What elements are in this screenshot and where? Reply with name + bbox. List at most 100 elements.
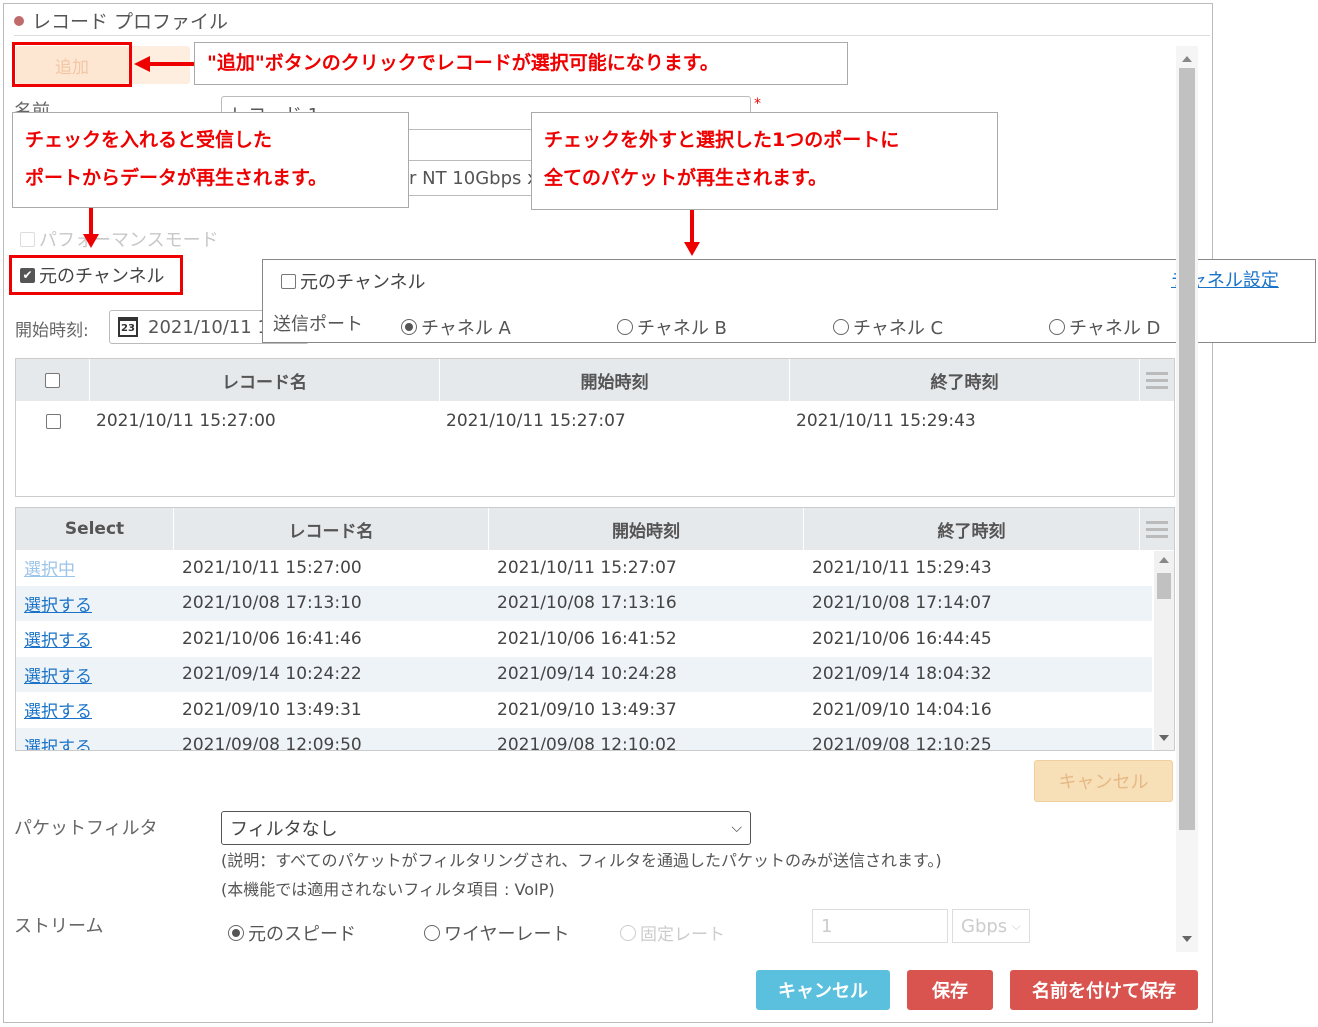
panel-original-channel-label: 元のチャンネル [300,272,426,293]
save-as-button[interactable]: 名前を付けて保存 [1010,970,1198,1010]
scroll-up-arrow[interactable] [1159,557,1169,563]
row-checkbox[interactable] [45,413,61,429]
select-link[interactable]: 選択する [16,591,174,616]
table-row: 選択する 2021/09/10 13:49:31 2021/09/10 13:4… [16,692,1152,728]
record-col-start: 開始時刻 [489,508,804,550]
rate-input: 1 [812,909,948,943]
selected-col-start: 開始時刻 [440,359,790,401]
panel-original-channel-checkbox[interactable] [281,273,296,289]
port-option-b[interactable]: チャネル B [617,314,727,340]
stream-radio-wire[interactable] [424,925,440,941]
cell-end-time: 2021/10/11 15:29:43 [812,557,992,578]
table-row[interactable]: 2021/10/11 15:27:00 2021/10/11 15:27:07 … [16,401,1174,441]
cell-start-time: 2021/09/08 12:10:02 [497,735,677,751]
table-row: 選択する 2021/10/06 16:41:46 2021/10/06 16:4… [16,621,1152,657]
cell-end-time: 2021/09/08 12:10:25 [812,735,992,751]
selected-col-end: 終了時刻 [790,359,1140,401]
start-time-label: 開始時刻: [15,321,89,341]
port-option-c[interactable]: チャネル C [833,314,943,340]
select-link[interactable]: 選択する [16,733,174,750]
stream-label: ストリーム [14,916,104,937]
record-col-end: 終了時刻 [804,508,1140,550]
port-radio-a[interactable] [401,319,417,335]
port-label-c: チャネル C [853,318,944,339]
inner-cancel-button[interactable]: キャンセル [1034,760,1173,802]
stream-label-wire: ワイヤーレート [444,924,570,945]
interface-select[interactable]: r NT 10Gbps x [400,160,532,196]
record-list-grid: Select レコード名 開始時刻 終了時刻 選択中 2021/10/11 15… [15,507,1175,751]
record-rows: 選択中 2021/10/11 15:27:00 2021/10/11 15:27… [16,550,1152,751]
cell-record-name: 2021/10/08 17:13:10 [182,593,362,614]
check-on-line1: チェックを入れると受信した [25,129,273,151]
selected-column-menu[interactable] [1140,359,1174,401]
packet-filter-label: パケットフィルタ [14,818,158,839]
cell-end-time: 2021/09/14 18:04:32 [812,664,992,685]
send-port-label: 送信ポート [273,314,363,335]
stream-option-original[interactable]: 元のスピード [228,920,356,946]
selected-grid-header: レコード名 開始時刻 終了時刻 [16,359,1174,401]
save-button-label: 保存 [932,981,968,1002]
cell-record-name: 2021/10/11 15:27:00 [96,411,276,431]
scroll-down-arrow[interactable] [1159,735,1169,741]
add-arrow-line [148,62,194,66]
dialog-title: レコード プロファイル [32,11,229,33]
dialog-scroll-up-arrow[interactable] [1182,56,1192,62]
port-radio-c[interactable] [833,319,849,335]
packet-filter-select[interactable]: フィルタなし ⌵ [221,811,751,845]
scroll-thumb[interactable] [1157,573,1171,599]
select-link[interactable]: 選択する [16,626,174,651]
check-off-line1: チェックを外すと選択した1つのポートに [544,129,900,151]
chevron-down-icon: ⌵ [1011,918,1021,933]
row-check-cell [16,413,90,429]
original-channel-highlight [9,255,183,295]
cell-record-name: 2021/10/11 15:27:00 [182,557,362,578]
cell-end-time: 2021/09/10 14:04:16 [812,699,992,720]
rate-input-value: 1 [821,915,833,937]
inner-cancel-label: キャンセル [1058,772,1149,793]
performance-mode-label: パフォーマンスモード [39,230,219,251]
stream-option-wire[interactable]: ワイヤーレート [424,920,569,946]
table-row: 選択する 2021/09/14 10:24:22 2021/09/14 10:2… [16,656,1152,692]
check-on-line2: ポートからデータが再生されます。 [25,167,328,189]
stream-radio-original[interactable] [228,925,244,941]
select-link[interactable]: 選択する [16,697,174,722]
port-option-a[interactable]: チャネル A [401,314,511,340]
port-label-b: チャネル B [637,318,727,339]
cell-end-time: 2021/10/08 17:14:07 [812,593,992,614]
add-highlight-box [12,42,132,87]
port-option-d[interactable]: チャネル D [1049,314,1160,340]
panel-original-channel-option[interactable]: 元のチャンネル [281,268,425,294]
dialog-scroll-thumb[interactable] [1179,68,1195,830]
cell-end-time: 2021/10/06 16:44:45 [812,628,992,649]
check-on-arrow-head [83,234,99,248]
selected-header-check-cell [16,359,90,401]
port-radio-b[interactable] [617,319,633,335]
cell-start-time: 2021/10/06 16:41:52 [497,628,677,649]
dialog-scrollbar[interactable] [1176,46,1198,952]
cancel-button-label: キャンセル [778,981,868,1002]
record-column-menu[interactable] [1140,508,1174,550]
rate-unit-value: Gbps [961,915,1008,937]
check-off-arrow-line [690,210,694,244]
record-grid-scrollbar[interactable] [1154,551,1174,750]
performance-mode-checkbox [20,231,35,247]
cell-record-name: 2021/09/14 10:24:22 [182,664,362,685]
cell-start-time: 2021/09/10 13:49:37 [497,699,677,720]
save-as-button-label: 名前を付けて保存 [1032,981,1176,1002]
select-link-current[interactable]: 選択中 [16,555,174,580]
cell-start-time: 2021/10/11 15:27:07 [446,411,626,431]
select-link[interactable]: 選択する [16,662,174,687]
port-radio-d[interactable] [1049,319,1065,335]
packet-filter-note2: (本機能では適用されないフィルタ項目 : VoIP) [221,880,555,899]
rate-unit-select: Gbps ⌵ [952,909,1030,943]
selected-records-grid: レコード名 開始時刻 終了時刻 2021/10/11 15:27:00 2021… [15,358,1175,497]
select-all-checkbox[interactable] [45,372,60,388]
table-row: 選択する 2021/09/08 12:09:50 2021/09/08 12:1… [16,727,1152,751]
save-button[interactable]: 保存 [907,970,993,1010]
record-col-name: レコード名 [174,508,489,550]
dialog-scroll-down-arrow[interactable] [1182,936,1192,942]
channel-panel: 元のチャンネル チャネル設定 送信ポート チャネル A チャネル B チャネル … [262,259,1316,343]
cancel-button[interactable]: キャンセル [756,970,890,1010]
stream-option-fixed: 固定レート [620,920,725,945]
column-menu-icon [1146,520,1168,538]
